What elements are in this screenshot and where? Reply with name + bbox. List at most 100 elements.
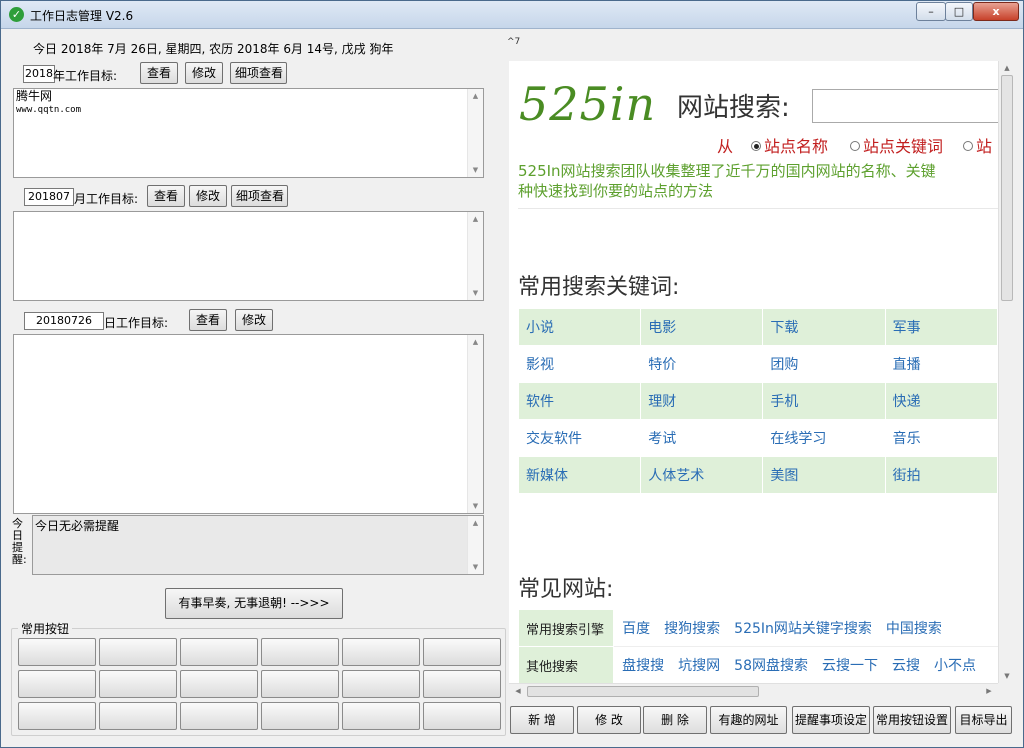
reminder-box[interactable]: 今日无必需提醒 ▲ ▼ [32, 515, 484, 575]
keyword-link[interactable]: 考试 [640, 419, 764, 457]
day-textarea-scrollbar[interactable]: ▲ ▼ [467, 335, 483, 513]
site-logo[interactable]: 525in [519, 77, 656, 131]
year-field[interactable]: 2018 [23, 65, 55, 83]
scroll-up-icon[interactable]: ▲ [468, 335, 483, 349]
keyword-link[interactable]: 下载 [762, 308, 886, 346]
year-detail-button[interactable]: 细项查看 [230, 62, 287, 84]
scroll-down-icon[interactable]: ▼ [468, 560, 483, 574]
keyword-link[interactable]: 人体艺术 [640, 456, 764, 494]
site-link[interactable]: 小不点 [934, 658, 976, 674]
site-link[interactable]: 百度 [622, 621, 650, 637]
scroll-down-icon[interactable]: ▼ [468, 499, 483, 513]
scroll-left-icon[interactable]: ◀ [511, 684, 525, 699]
month-field[interactable]: 201807 [24, 188, 74, 206]
common-button[interactable] [342, 670, 420, 698]
day-field[interactable]: 20180726 [24, 312, 104, 330]
common-button[interactable] [18, 638, 96, 666]
edit-button[interactable]: 修 改 [577, 706, 641, 734]
common-button[interactable] [180, 638, 258, 666]
day-edit-button[interactable]: 修改 [235, 309, 273, 331]
keyword-link[interactable]: 理财 [640, 382, 764, 420]
common-button[interactable] [342, 702, 420, 730]
scroll-up-icon[interactable]: ▲ [468, 516, 483, 530]
radio-icon[interactable] [963, 141, 973, 151]
radio-selected-icon[interactable] [751, 141, 761, 151]
site-link[interactable]: 云搜 [892, 658, 920, 674]
keyword-link[interactable]: 快递 [884, 382, 998, 420]
common-button[interactable] [342, 638, 420, 666]
keyword-link[interactable]: 直播 [884, 345, 998, 383]
browser-horizontal-scrollbar[interactable]: ◀ ▶ [509, 683, 998, 699]
year-target-textarea[interactable]: 腾牛网 www.qqtn.com ▲ ▼ [13, 88, 484, 178]
keyword-link[interactable]: 军事 [884, 308, 998, 346]
year-view-button[interactable]: 查看 [140, 62, 178, 84]
keyword-link[interactable]: 交友软件 [517, 419, 642, 457]
reminder-scrollbar[interactable]: ▲ ▼ [467, 516, 483, 574]
fun-sites-button[interactable]: 有趣的网址 [710, 706, 787, 734]
web-browser-panel[interactable]: 525in 网站搜索: 从 站点名称 站点关键词 站 525In网站搜索团队收集… [509, 61, 998, 683]
common-button[interactable] [261, 638, 339, 666]
browser-vertical-scrollbar[interactable]: ▲ ▼ [998, 61, 1015, 683]
common-button[interactable] [423, 670, 501, 698]
scroll-up-icon[interactable]: ▲ [999, 61, 1015, 75]
site-link[interactable]: 中国搜索 [886, 621, 942, 637]
day-target-textarea[interactable]: ▲ ▼ [13, 334, 484, 514]
scroll-down-icon[interactable]: ▼ [468, 163, 483, 177]
year-edit-button[interactable]: 修改 [185, 62, 223, 84]
common-button[interactable] [18, 670, 96, 698]
month-view-button[interactable]: 查看 [147, 185, 185, 207]
option-site-other[interactable]: 站 [963, 133, 992, 157]
site-link[interactable]: 盘搜搜 [622, 658, 664, 674]
common-button[interactable] [423, 638, 501, 666]
common-button-settings[interactable]: 常用按钮设置 [873, 706, 951, 734]
keyword-link[interactable]: 电影 [640, 308, 764, 346]
keyword-link[interactable]: 软件 [517, 382, 642, 420]
option-site-keyword[interactable]: 站点关键词 [850, 133, 943, 157]
scroll-thumb[interactable] [1001, 75, 1013, 301]
common-button[interactable] [180, 670, 258, 698]
keyword-link[interactable]: 特价 [640, 345, 764, 383]
keyword-link[interactable]: 小说 [517, 308, 642, 346]
month-edit-button[interactable]: 修改 [189, 185, 227, 207]
common-button[interactable] [99, 702, 177, 730]
reminder-settings-button[interactable]: 提醒事项设定 [792, 706, 870, 734]
close-button[interactable]: x [973, 2, 1019, 21]
site-link[interactable]: 坑搜网 [678, 658, 720, 674]
scroll-up-icon[interactable]: ▲ [468, 89, 483, 103]
day-view-button[interactable]: 查看 [189, 309, 227, 331]
site-link[interactable]: 搜狗搜索 [664, 621, 720, 637]
site-link[interactable]: 云搜一下 [822, 658, 878, 674]
site-link[interactable]: 58网盘搜索 [734, 658, 808, 674]
dismiss-court-button[interactable]: 有事早奏, 无事退朝! -->>> [165, 588, 343, 619]
common-button[interactable] [261, 702, 339, 730]
keyword-link[interactable]: 手机 [762, 382, 886, 420]
site-link[interactable]: 525In网站关键字搜索 [734, 621, 872, 637]
keyword-link[interactable]: 街拍 [884, 456, 998, 494]
add-button[interactable]: 新 增 [510, 706, 574, 734]
radio-icon[interactable] [850, 141, 860, 151]
common-button[interactable] [423, 702, 501, 730]
scroll-right-icon[interactable]: ▶ [982, 684, 996, 699]
keyword-link[interactable]: 美图 [762, 456, 886, 494]
scroll-down-icon[interactable]: ▼ [999, 669, 1015, 683]
common-button[interactable] [261, 670, 339, 698]
site-search-input[interactable] [812, 89, 998, 123]
maximize-button[interactable]: □ [945, 2, 973, 21]
keyword-link[interactable]: 音乐 [884, 419, 998, 457]
keyword-link[interactable]: 新媒体 [517, 456, 642, 494]
minimize-button[interactable]: – [916, 2, 946, 21]
common-button[interactable] [180, 702, 258, 730]
year-textarea-scrollbar[interactable]: ▲ ▼ [467, 89, 483, 177]
keyword-link[interactable]: 团购 [762, 345, 886, 383]
common-button[interactable] [18, 702, 96, 730]
common-button[interactable] [99, 638, 177, 666]
month-detail-button[interactable]: 细项查看 [231, 185, 288, 207]
month-target-textarea[interactable]: ▲ ▼ [13, 211, 484, 301]
export-targets-button[interactable]: 目标导出 [955, 706, 1012, 734]
scroll-thumb[interactable] [527, 686, 759, 697]
scroll-down-icon[interactable]: ▼ [468, 286, 483, 300]
keyword-link[interactable]: 在线学习 [762, 419, 886, 457]
option-site-name[interactable]: 站点名称 [751, 133, 828, 157]
month-textarea-scrollbar[interactable]: ▲ ▼ [467, 212, 483, 300]
keyword-link[interactable]: 影视 [517, 345, 642, 383]
